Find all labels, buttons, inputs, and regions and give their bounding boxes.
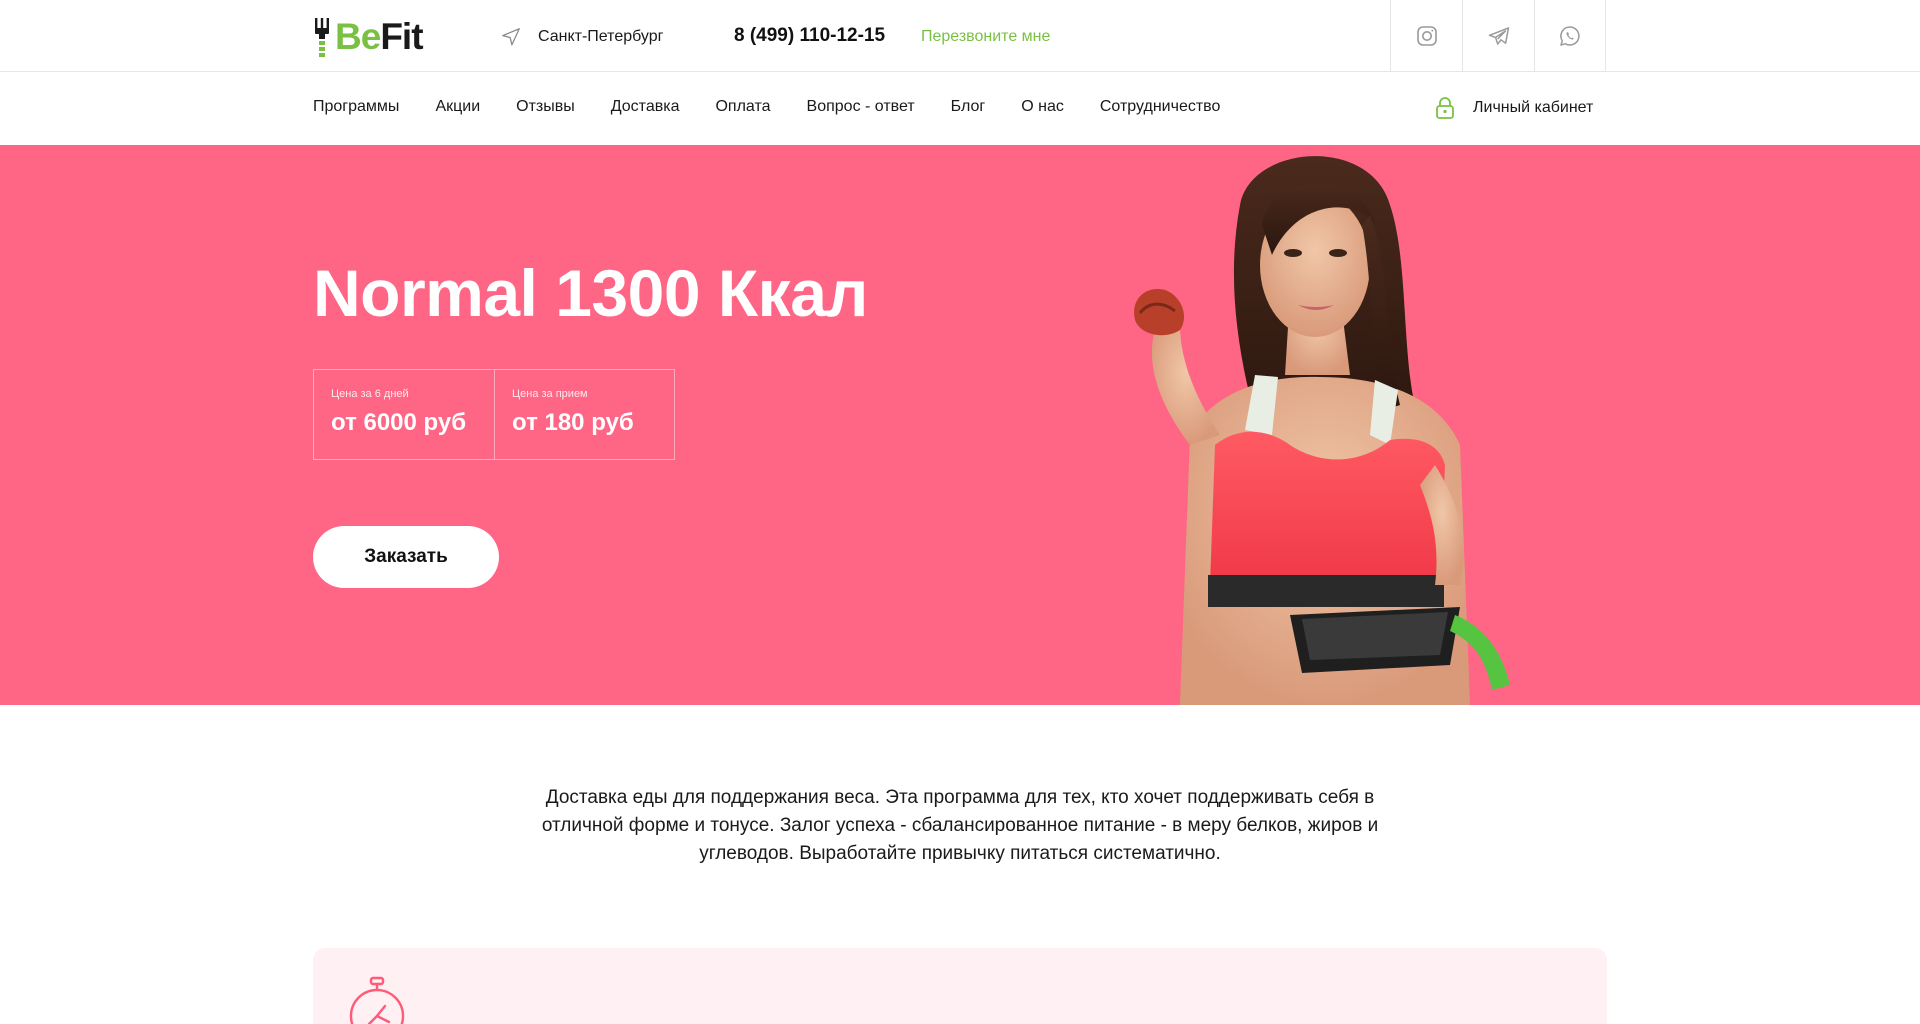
price-box: Цена за 6 дней от 6000 руб Цена за прием… — [313, 369, 675, 460]
logo-text-be: Be — [335, 16, 381, 57]
nav-item-faq[interactable]: Вопрос - ответ — [807, 98, 915, 116]
nav-item-about[interactable]: О нас — [1021, 98, 1064, 116]
price-per-meal: Цена за прием от 180 руб — [494, 370, 674, 459]
phone-link[interactable]: 8 (499) 110-12-15 — [734, 25, 885, 47]
callback-link[interactable]: Перезвоните мне — [921, 28, 1050, 46]
nav-item-programs[interactable]: Программы — [313, 98, 399, 116]
whatsapp-button[interactable] — [1534, 0, 1606, 72]
telegram-icon — [1488, 27, 1509, 45]
nav-item-payment[interactable]: Оплата — [715, 98, 770, 116]
price-caption: Цена за 6 дней — [331, 388, 409, 400]
hero-photo — [1134, 156, 1510, 705]
city-selector[interactable]: Санкт-Петербург — [500, 26, 663, 48]
price-value: от 180 руб — [512, 409, 634, 436]
whatsapp-icon — [1560, 26, 1580, 46]
nav-item-promotions[interactable]: Акции — [435, 98, 480, 116]
lock-icon — [1436, 97, 1454, 119]
program-title: Normal 1300 Ккал — [313, 256, 868, 330]
logo[interactable]: Be Fit — [313, 16, 424, 58]
nav-item-blog[interactable]: Блог — [951, 98, 986, 116]
instagram-icon — [1416, 26, 1437, 46]
instagram-button[interactable] — [1390, 0, 1462, 72]
hero-banner: Normal 1300 Ккал Цена за 6 дней от 6000 … — [0, 145, 1920, 705]
city-label: Санкт-Петербург — [538, 28, 664, 45]
fork-logo-icon — [315, 18, 329, 57]
price-caption: Цена за прием — [512, 388, 588, 400]
nav-item-partnership[interactable]: Сотрудничество — [1100, 98, 1221, 116]
price-value: от 6000 руб — [331, 409, 467, 436]
logo-text-fit: Fit — [380, 16, 423, 57]
program-description: Доставка еды для поддержания веса. Эта п… — [541, 787, 1379, 864]
top-bar: Be Fit Санкт-Петербург 8 (499) 110-12-15 … — [0, 0, 1920, 72]
nav-item-reviews[interactable]: Отзывы — [516, 98, 575, 116]
telegram-button[interactable] — [1462, 0, 1534, 72]
location-arrow-icon — [502, 28, 520, 46]
personal-account-label: Личный кабинет — [1473, 99, 1594, 116]
stopwatch-icon — [349, 976, 405, 1024]
price-per-6-days: Цена за 6 дней от 6000 руб — [314, 370, 494, 459]
nav-list: Программы Акции Отзывы Доставка Оплата В… — [313, 98, 1256, 116]
nav-item-delivery[interactable]: Доставка — [611, 98, 680, 116]
feature-card — [313, 948, 1607, 1024]
order-button[interactable]: Заказать — [313, 526, 499, 588]
main-nav: Программы Акции Отзывы Доставка Оплата В… — [0, 72, 1920, 145]
personal-account-link[interactable]: Личный кабинет — [1434, 96, 1593, 120]
